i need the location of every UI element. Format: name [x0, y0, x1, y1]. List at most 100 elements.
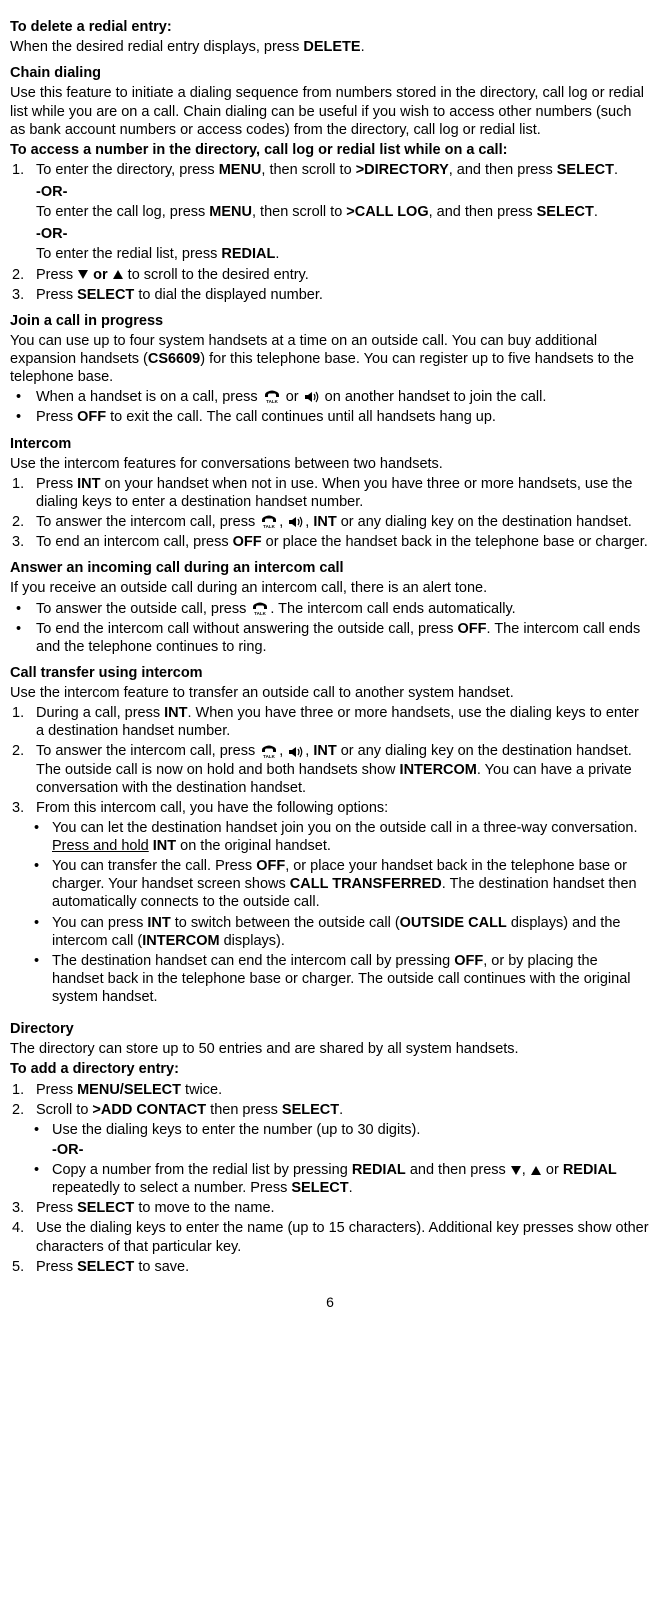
page-number: 6 [10, 1294, 650, 1312]
chain-dialing-access-title: To access a number in the directory, cal… [10, 141, 650, 159]
speaker-icon [288, 515, 304, 529]
list-item: 3. To end an intercom call, press OFF or… [10, 533, 650, 551]
text: repeatedly to select a number. Press [52, 1180, 291, 1196]
intercom-desc: Use the intercom features for conversati… [10, 455, 650, 473]
list-item: 2. Scroll to >ADD CONTACT then press SEL… [10, 1101, 650, 1119]
join-call-desc: You can use up to four system handsets a… [10, 332, 650, 386]
text: From this intercom call, you have the fo… [36, 800, 388, 816]
text: When a handset is on a call, press [36, 389, 262, 405]
list-item: You can let the destination handset join… [10, 819, 650, 855]
text: To end the intercom call without answeri… [36, 621, 458, 637]
text: . The intercom call ends automatically. [270, 601, 515, 617]
or-label: -OR- [36, 183, 650, 201]
int-key: INT [77, 476, 100, 492]
text: Press [36, 1200, 77, 1216]
answer-incoming-title: Answer an incoming call during an interc… [10, 559, 650, 577]
call-transfer-title: Call transfer using intercom [10, 664, 650, 682]
delete-redial-text: When the desired redial entry displays, … [10, 38, 650, 56]
list-item: 2. To answer the intercom call, press , … [10, 742, 650, 796]
list-item: 4. Use the dialing keys to enter the nam… [10, 1219, 650, 1255]
list-item: Use the dialing keys to enter the number… [10, 1121, 650, 1159]
text: . [361, 39, 365, 55]
text: To enter the call log, press [36, 204, 209, 220]
text: and then press [406, 1162, 510, 1178]
directory-label: >DIRECTORY [356, 162, 449, 178]
talk-icon [251, 602, 269, 616]
intercom-label: INTERCOM [400, 762, 477, 778]
or-label: -OR- [52, 1141, 650, 1159]
list-item: You can transfer the call. Press OFF, or… [10, 857, 650, 911]
up-arrow-icon [531, 1166, 541, 1175]
menu-key: MENU [209, 204, 252, 220]
press-and-hold: Press and hold [52, 838, 149, 854]
up-arrow-icon [113, 270, 123, 279]
intercom-label: INTERCOM [142, 933, 219, 949]
select-key: SELECT [291, 1180, 348, 1196]
text: , [279, 514, 287, 530]
text: Use the dialing keys to enter the name (… [36, 1220, 649, 1254]
text: To enter the directory, press [36, 162, 219, 178]
text: on the original handset. [176, 838, 331, 854]
list-item: You can press INT to switch between the … [10, 914, 650, 950]
text: . [594, 204, 598, 220]
directory-desc: The directory can store up to 50 entries… [10, 1040, 650, 1058]
text: To enter the call log, press MENU, then … [36, 203, 650, 221]
text: Press [36, 1259, 77, 1275]
text: , and then press [449, 162, 557, 178]
text: You can transfer the call. Press [52, 858, 256, 874]
text: The destination handset can end the inte… [52, 953, 454, 969]
directory-title: Directory [10, 1020, 650, 1038]
int-key: INT [147, 915, 170, 931]
list-item: Press OFF to exit the call. The call con… [10, 408, 650, 426]
down-arrow-icon [511, 1166, 521, 1175]
text: , then scroll to [261, 162, 355, 178]
text: Press [36, 267, 77, 283]
talk-icon [260, 745, 278, 759]
down-arrow-icon [78, 270, 88, 279]
text: to scroll to the desired entry. [124, 267, 309, 283]
or-label: -OR- [36, 225, 650, 243]
text: or [542, 1162, 563, 1178]
answer-incoming-desc: If you receive an outside call during an… [10, 579, 650, 597]
text: , and then press [429, 204, 537, 220]
text: To enter the redial list, press REDIAL. [36, 245, 650, 263]
list-item: 1. Press MENU/SELECT twice. [10, 1081, 650, 1099]
talk-icon [263, 390, 281, 404]
list-item: 3. Press SELECT to move to the name. [10, 1199, 650, 1217]
add-contact-label: >ADD CONTACT [92, 1102, 206, 1118]
join-call-title: Join a call in progress [10, 312, 650, 330]
text: Press [36, 476, 77, 492]
select-key: SELECT [77, 287, 134, 303]
list-item: 1. During a call, press INT. When you ha… [10, 704, 650, 740]
off-key: OFF [256, 858, 285, 874]
text: Copy a number from the redial list by pr… [52, 1162, 352, 1178]
redial-key: REDIAL [221, 246, 275, 262]
text: To answer the intercom call, press [36, 743, 259, 759]
list-item: 3. From this intercom call, you have the… [10, 799, 650, 817]
or-text: or [89, 267, 112, 283]
speaker-icon [304, 390, 320, 404]
call-transfer-desc: Use the intercom feature to transfer an … [10, 684, 650, 702]
select-key: SELECT [77, 1200, 134, 1216]
text: To answer the intercom call, press [36, 514, 259, 530]
text: or [282, 389, 303, 405]
delete-key: DELETE [303, 39, 360, 55]
off-key: OFF [454, 953, 483, 969]
int-key: INT [313, 514, 336, 530]
chain-dialing-title: Chain dialing [10, 64, 650, 82]
text: displays). [220, 933, 285, 949]
off-key: OFF [458, 621, 487, 637]
off-key: OFF [233, 534, 262, 550]
text: . [339, 1102, 343, 1118]
off-key: OFF [77, 409, 106, 425]
text: twice. [181, 1082, 222, 1098]
text: You can let the destination handset join… [52, 820, 638, 836]
int-key: INT [164, 705, 187, 721]
text: . [614, 162, 618, 178]
list-item: To end the intercom call without answeri… [10, 620, 650, 656]
add-entry-title: To add a directory entry: [10, 1060, 650, 1078]
list-item: 1. To enter the directory, press MENU, t… [10, 161, 650, 264]
text: then press [206, 1102, 282, 1118]
list-item: Copy a number from the redial list by pr… [10, 1161, 650, 1197]
text: Press [36, 409, 77, 425]
